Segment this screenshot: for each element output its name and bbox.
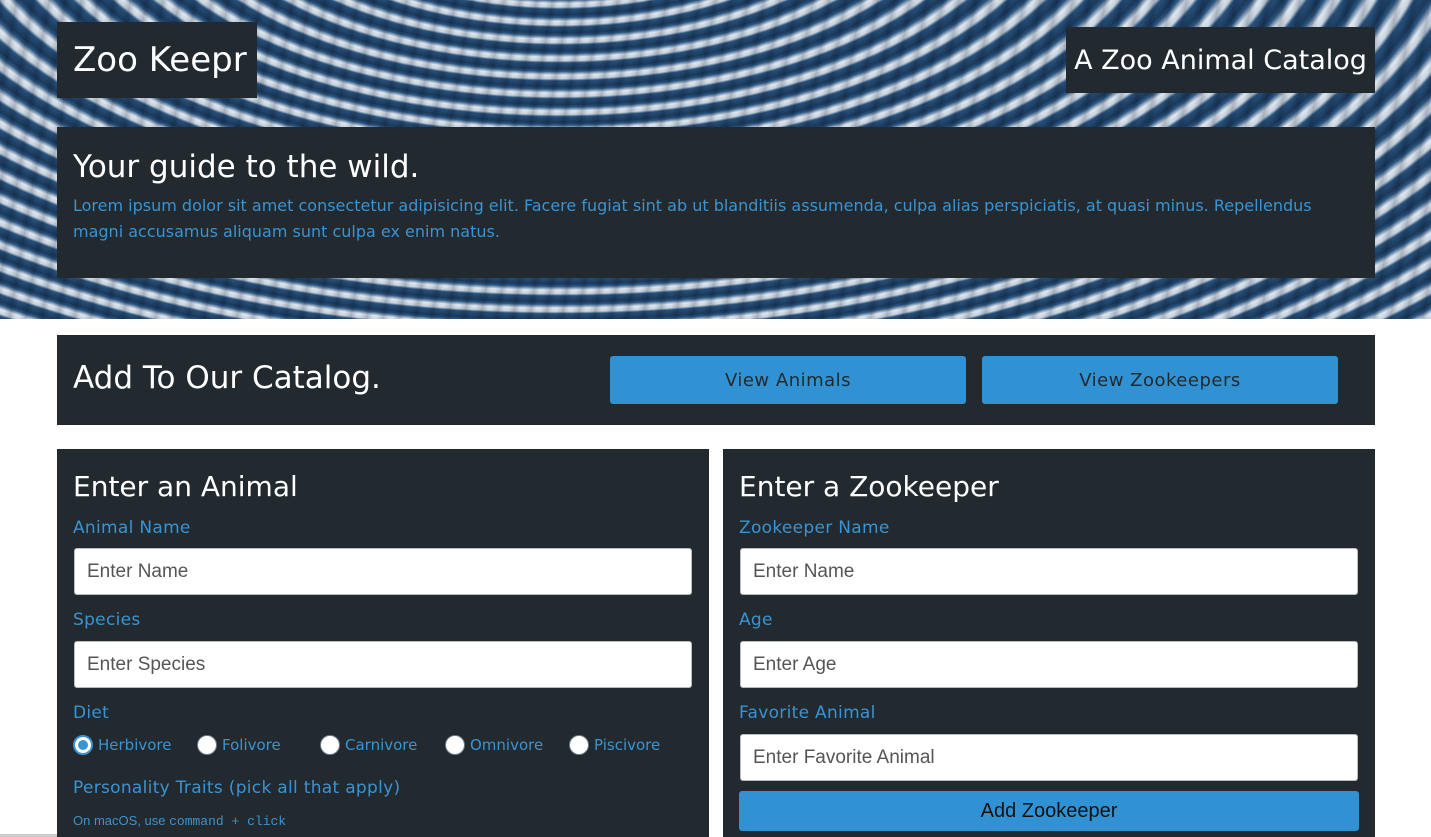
zookeeper-name-label: Zookeeper Name [739,518,890,538]
species-input[interactable] [74,641,692,688]
hero-intro: Your guide to the wild. Lorem ipsum dolo… [57,127,1375,278]
radio-label: Piscivore [594,736,661,754]
multiselect-hint: On macOS, use command + click [73,813,286,829]
radio-button[interactable] [197,735,217,755]
brand-logo[interactable]: Zoo Keepr [57,22,257,98]
hint-text: On macOS, use [73,813,170,828]
radio-label: Folivore [222,736,281,754]
hero-text: Lorem ipsum dolor sit amet consectetur a… [73,196,1312,241]
radio-label: Omnivore [470,736,544,754]
diet-option-folivore[interactable]: Folivore [197,735,281,755]
view-zookeepers-button[interactable]: View Zookeepers [982,356,1338,404]
diet-option-carnivore[interactable]: Carnivore [320,735,417,755]
personality-traits-label: Personality Traits (pick all that apply) [73,778,401,798]
radio-button[interactable] [445,735,465,755]
radio-button[interactable] [569,735,589,755]
radio-label: Carnivore [345,736,418,754]
diet-radio-group: Herbivore Folivore Carnivore Omnivore Pi… [73,735,693,757]
hint-shortcut: command + click [169,814,287,829]
favorite-animal-label: Favorite Animal [739,703,876,723]
animal-form: Enter an Animal Animal Name Species Diet… [57,449,709,837]
catalog-bar: Add To Our Catalog. View Animals View Zo… [57,335,1375,425]
diet-label: Diet [73,703,110,723]
add-zookeeper-button[interactable]: Add Zookeeper [739,791,1359,831]
age-label: Age [739,610,773,630]
zookeeper-form: Enter a Zookeeper Zookeeper Name Age Fav… [723,449,1375,837]
brand-title: Zoo Keepr [73,40,247,80]
zookeeper-form-heading: Enter a Zookeeper [739,470,999,503]
diet-option-herbivore[interactable]: Herbivore [73,735,171,755]
site-tagline: A Zoo Animal Catalog [1066,27,1375,93]
favorite-animal-input[interactable] [740,734,1358,781]
diet-option-piscivore[interactable]: Piscivore [569,735,660,755]
catalog-heading: Add To Our Catalog. [73,360,381,396]
radio-label: Herbivore [98,736,172,754]
radio-button[interactable] [320,735,340,755]
radio-button[interactable] [73,735,93,755]
zookeeper-name-input[interactable] [740,548,1358,595]
diet-option-omnivore[interactable]: Omnivore [445,735,543,755]
tagline-text: A Zoo Animal Catalog [1074,44,1367,76]
age-input[interactable] [740,641,1358,688]
view-animals-button[interactable]: View Animals [610,356,966,404]
animal-name-input[interactable] [74,548,692,595]
animal-name-label: Animal Name [73,518,191,538]
animal-form-heading: Enter an Animal [73,470,298,503]
hero-heading: Your guide to the wild. [73,149,420,185]
species-label: Species [73,610,141,630]
